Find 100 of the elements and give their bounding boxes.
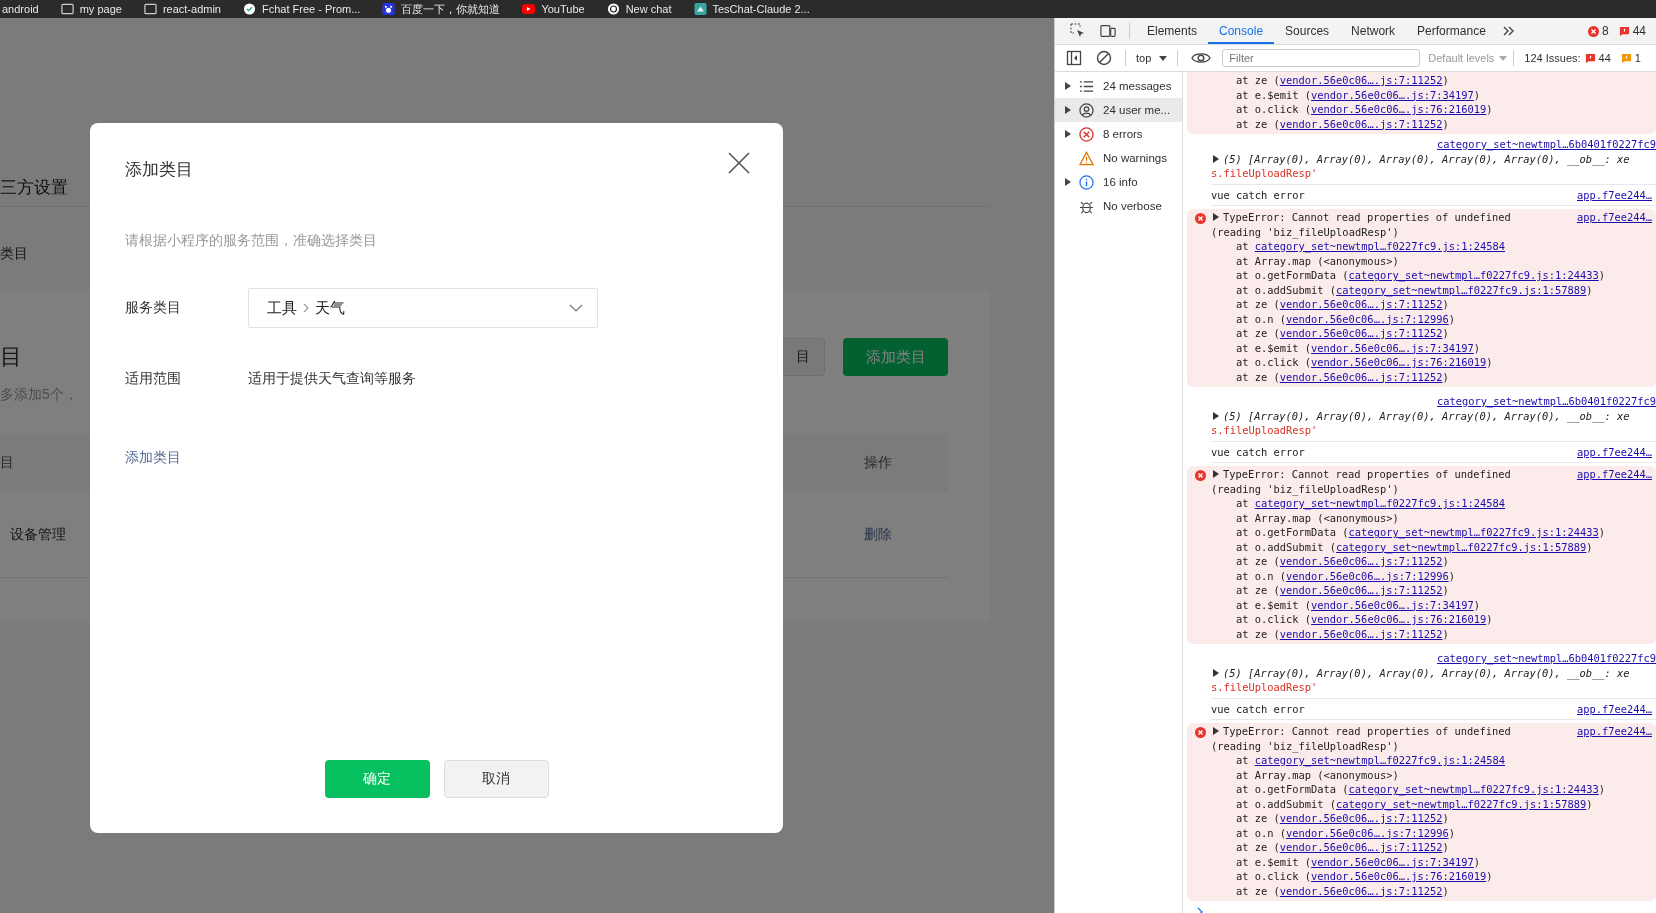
devtools-tab[interactable]: Performance [1406, 18, 1497, 44]
category-select[interactable]: 工具 天气 [248, 288, 598, 328]
source-link[interactable]: category_set~newtmpl…f0227fc9.js:1:24433 [1348, 783, 1599, 795]
source-link[interactable]: category_set~newtmpl…6b0401f0227fc9 [1437, 652, 1656, 664]
source-link[interactable]: vendor.56e0c06….js:7:34197 [1311, 88, 1474, 101]
source-link[interactable]: vendor.56e0c06….js:7:11252 [1279, 812, 1443, 824]
bookmark-link[interactable]: Fchat Free - Prom... [243, 3, 361, 15]
sidebar-item[interactable]: 8 errors [1055, 122, 1182, 146]
bookmark-link[interactable]: android [2, 3, 39, 15]
source-link[interactable]: app.f7ee244… [1576, 701, 1652, 716]
sidebar-toggle-icon[interactable] [1066, 50, 1082, 66]
bookmark-link[interactable]: New chat [606, 3, 672, 15]
expand-arrow-icon[interactable] [1213, 213, 1219, 222]
source-link[interactable]: vendor.56e0c06….js:7:11252 [1279, 327, 1443, 339]
source-link[interactable]: vendor.56e0c06….js:7:11252 [1279, 555, 1443, 567]
source-link[interactable]: vendor.56e0c06….js:76:216019 [1311, 870, 1487, 882]
more-tabs-icon[interactable] [1502, 26, 1515, 36]
stack-frame: at ze (vendor.56e0c06….js:7:11252) [1211, 583, 1656, 598]
source-link[interactable]: category_set~newtmpl…f0227fc9.js:1:24433 [1348, 526, 1599, 538]
expand-arrow-icon[interactable] [1213, 411, 1219, 420]
source-link[interactable]: vendor.56e0c06….js:7:12996 [1286, 569, 1449, 582]
source-link[interactable]: app.f7ee244… [1576, 444, 1652, 459]
source-link[interactable]: vendor.56e0c06….js:7:11252 [1279, 884, 1443, 897]
devtools-tab[interactable]: Sources [1274, 18, 1341, 44]
error-counter[interactable]: 8 [1587, 24, 1609, 38]
source-link[interactable]: app.f7ee244… [1576, 724, 1652, 739]
issue-counter[interactable]: 44 [1618, 24, 1646, 38]
source-link[interactable]: vendor.56e0c06….js:7:34197 [1311, 598, 1474, 611]
devtools-tab[interactable]: Console [1208, 18, 1275, 44]
bookmark-link[interactable]: TesChat-Claude 2... [693, 3, 810, 15]
inspect-icon[interactable] [1070, 23, 1086, 39]
source-link[interactable]: app.f7ee244… [1576, 467, 1652, 482]
expand-arrow-icon[interactable] [1213, 154, 1219, 163]
stack-frame: at o.click (vendor.56e0c06….js:76:216019) [1211, 355, 1656, 370]
source-link[interactable]: vendor.56e0c06….js:7:11252 [1279, 370, 1443, 383]
bookmark-link[interactable]: YouTube [522, 3, 585, 15]
source-link[interactable]: vendor.56e0c06….js:7:11252 [1279, 298, 1443, 310]
source-link[interactable]: vendor.56e0c06….js:7:11252 [1279, 74, 1443, 86]
source-link[interactable]: category_set~newtmpl…6b0401f0227fc9 [1437, 395, 1656, 407]
expand-arrow-icon[interactable] [1213, 470, 1219, 479]
sidebar-item[interactable]: 24 user me... [1055, 98, 1182, 122]
list-icon [1079, 78, 1094, 94]
bookmark-link[interactable]: my page [60, 3, 122, 15]
bookmark-link[interactable]: 百度一下，你就知道 [382, 1, 501, 17]
eye-icon[interactable] [1191, 51, 1212, 65]
source-link[interactable]: vendor.56e0c06….js:7:11252 [1279, 841, 1443, 853]
source-link[interactable]: vendor.56e0c06….js:7:12996 [1286, 826, 1449, 839]
stack-frame: at ze (vendor.56e0c06….js:7:11252) [1211, 626, 1656, 641]
source-link[interactable]: vendor.56e0c06….js:76:216019 [1311, 103, 1487, 115]
devtools-tab[interactable]: Network [1340, 18, 1407, 44]
source-link[interactable]: category_set~newtmpl…f0227fc9.js:1:57889 [1336, 797, 1587, 810]
source-link[interactable]: app.f7ee244… [1576, 187, 1652, 202]
issues-label[interactable]: 124 Issues: [1524, 52, 1581, 64]
source-link[interactable]: category_set~newtmpl…f0227fc9.js:1:24584 [1254, 754, 1505, 766]
source-link[interactable]: category_set~newtmpl…f0227fc9.js:1:24584 [1254, 497, 1505, 509]
source-link[interactable]: vendor.56e0c06….js:7:34197 [1311, 341, 1474, 354]
source-link[interactable]: category_set~newtmpl…f0227fc9.js:1:57889 [1336, 283, 1587, 296]
source-link[interactable]: category_set~newtmpl…f0227fc9.js:1:24584 [1254, 240, 1505, 252]
cancel-button[interactable]: 取消 [443, 760, 549, 798]
expand-arrow-icon[interactable] [1213, 668, 1219, 677]
source-link[interactable]: category_set~newtmpl…f0227fc9.js:1:57889 [1336, 540, 1587, 553]
source-link[interactable]: category_set~newtmpl…f0227fc9.js:1:24433 [1348, 269, 1599, 281]
stack-frame: at o.click (vendor.56e0c06….js:76:216019) [1211, 612, 1656, 627]
stack-frame: at Array.map (<anonymous>) [1211, 767, 1656, 782]
issue-error-counter[interactable]: 44 [1584, 52, 1611, 64]
sidebar-item[interactable]: No verbose [1055, 194, 1182, 218]
source-link[interactable]: vendor.56e0c06….js:7:11252 [1279, 117, 1443, 130]
sidebar-item[interactable]: 16 info [1055, 170, 1182, 194]
stack-frame: at o.addSubmit (category_set~newtmpl…f0227fc9.js:1:57889) [1211, 796, 1656, 811]
source-link[interactable]: vendor.56e0c06….js:7:12996 [1286, 312, 1449, 325]
source-link[interactable]: vendor.56e0c06….js:7:11252 [1279, 627, 1443, 640]
stack-frame: at ze (vendor.56e0c06….js:7:11252) [1211, 326, 1656, 341]
dialog-hint: 请根据小程序的服务范围，准确选择类目 [125, 231, 378, 250]
stack-frame: at o.click (vendor.56e0c06….js:76:216019) [1211, 102, 1656, 117]
stack-frame: at ze (vendor.56e0c06….js:7:11252) [1211, 840, 1656, 855]
source-link[interactable]: vendor.56e0c06….js:7:11252 [1279, 584, 1443, 596]
nav-tab[interactable]: 三方设置 [0, 175, 68, 199]
issue-warning-counter[interactable]: 1 [1620, 52, 1641, 64]
stack-frame: at ze (vendor.56e0c06….js:7:11252) [1211, 297, 1656, 312]
add-category-link[interactable]: 添加类目 [125, 445, 181, 469]
source-link[interactable]: app.f7ee244… [1576, 210, 1652, 225]
filter-field[interactable]: Filter [1222, 49, 1421, 67]
source-link[interactable]: vendor.56e0c06….js:7:34197 [1311, 855, 1474, 868]
devtools-tab[interactable]: Elements [1136, 18, 1209, 44]
sidebar-item[interactable]: 24 messages [1055, 74, 1182, 98]
bookmark-link[interactable]: react-admin [143, 3, 221, 15]
close-icon[interactable] [728, 152, 750, 174]
error-detail: (reading 'biz_fileUploadResp') [1211, 481, 1400, 496]
source-link[interactable]: vendor.56e0c06….js:76:216019 [1311, 613, 1487, 625]
field-label: 服务类目 [125, 299, 182, 317]
source-link[interactable]: category_set~newtmpl…6b0401f0227fc9 [1437, 138, 1656, 150]
source-link[interactable]: vendor.56e0c06….js:76:216019 [1311, 356, 1487, 368]
stack-frame: at o.getFormData (category_set~newtmpl…f0227fc9.js:1:24433) [1211, 525, 1656, 540]
expand-arrow-icon[interactable] [1213, 727, 1219, 736]
sidebar-item[interactable]: No warnings [1055, 146, 1182, 170]
context-dropdown[interactable]: top [1132, 52, 1172, 64]
section-heading: 目 [0, 343, 22, 371]
stack-frame: at o.addSubmit (category_set~newtmpl…f0227fc9.js:1:57889) [1211, 539, 1656, 554]
device-toolbar-icon[interactable] [1100, 23, 1116, 39]
clear-icon[interactable] [1096, 50, 1112, 66]
